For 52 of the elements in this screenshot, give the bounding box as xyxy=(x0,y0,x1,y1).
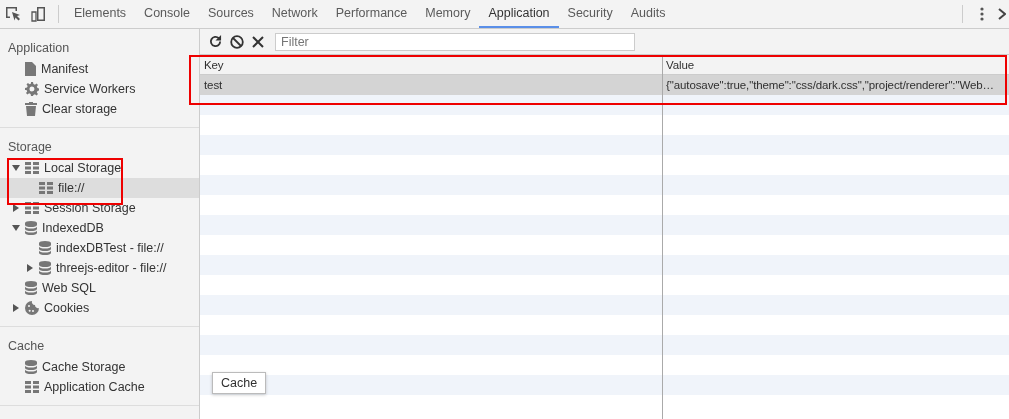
database-icon xyxy=(25,221,37,235)
sidebar-item[interactable]: Local Storage xyxy=(0,158,199,178)
sidebar-item[interactable]: Web SQL xyxy=(0,278,199,298)
tab[interactable]: Performance xyxy=(326,0,417,28)
tab[interactable]: Console xyxy=(135,0,199,28)
sidebar-item[interactable]: Service Workers xyxy=(0,79,199,99)
tab[interactable]: Network xyxy=(262,0,327,28)
expand-right-icon[interactable] xyxy=(26,264,34,272)
more-icon[interactable] xyxy=(980,7,984,21)
tab[interactable]: Sources xyxy=(199,0,263,28)
cookie-icon xyxy=(25,301,39,315)
delete-icon[interactable] xyxy=(252,35,264,48)
table-cell-text: {"autosave":true,"theme":"css/dark.css","project/renderer":"Web… xyxy=(665,78,995,93)
sidebar-item[interactable]: IndexedDB xyxy=(0,218,199,238)
tab[interactable]: Security xyxy=(558,0,622,28)
sidebar-item[interactable]: Cache Storage xyxy=(0,357,199,377)
tab[interactable]: Memory xyxy=(416,0,480,28)
database-icon xyxy=(25,281,37,295)
expand-down-icon[interactable] xyxy=(12,164,20,172)
block-icon[interactable] xyxy=(230,34,244,49)
table-icon xyxy=(39,182,53,194)
sidebar-item[interactable]: indexDBTest - file:// xyxy=(0,238,199,258)
section-heading: Storage xyxy=(8,139,52,154)
column-header[interactable]: Value xyxy=(662,55,1001,74)
database-icon xyxy=(25,360,37,374)
sidebar-item[interactable]: Clear storage xyxy=(0,99,199,119)
filter-field[interactable]: Filter xyxy=(275,32,635,51)
expand-down-icon[interactable] xyxy=(12,224,20,232)
table-cell-text: test xyxy=(203,78,224,93)
section-heading: Cache xyxy=(8,338,45,353)
tab[interactable]: Elements xyxy=(65,0,136,28)
sidebar-item[interactable]: threejs-editor - file:// xyxy=(0,258,199,278)
database-icon xyxy=(39,261,51,275)
file-icon xyxy=(25,62,36,76)
sidebar-item[interactable]: Application Cache xyxy=(0,377,199,397)
trash-icon xyxy=(25,102,37,116)
refresh-icon[interactable] xyxy=(209,35,222,48)
gear-icon xyxy=(25,82,39,96)
sidebar-item[interactable]: Manifest xyxy=(0,59,199,79)
database-icon xyxy=(39,241,51,255)
section-heading: Application xyxy=(8,40,70,55)
table-icon xyxy=(25,162,39,174)
tab[interactable]: Audits xyxy=(621,0,675,28)
inspect-icon[interactable] xyxy=(5,6,21,22)
table-row[interactable]: test {"autosave":true,"theme":"css/dark.css","project/renderer":"Web… xyxy=(200,75,1009,95)
column-header[interactable]: Key xyxy=(200,55,662,74)
table-icon xyxy=(25,381,39,393)
tooltip: Cache xyxy=(212,372,267,394)
expand-right-icon[interactable] xyxy=(12,304,20,312)
sidebar-item[interactable]: file:// xyxy=(0,178,199,198)
sidebar-item[interactable]: Cookies xyxy=(0,298,199,318)
device-icon[interactable] xyxy=(31,6,47,22)
